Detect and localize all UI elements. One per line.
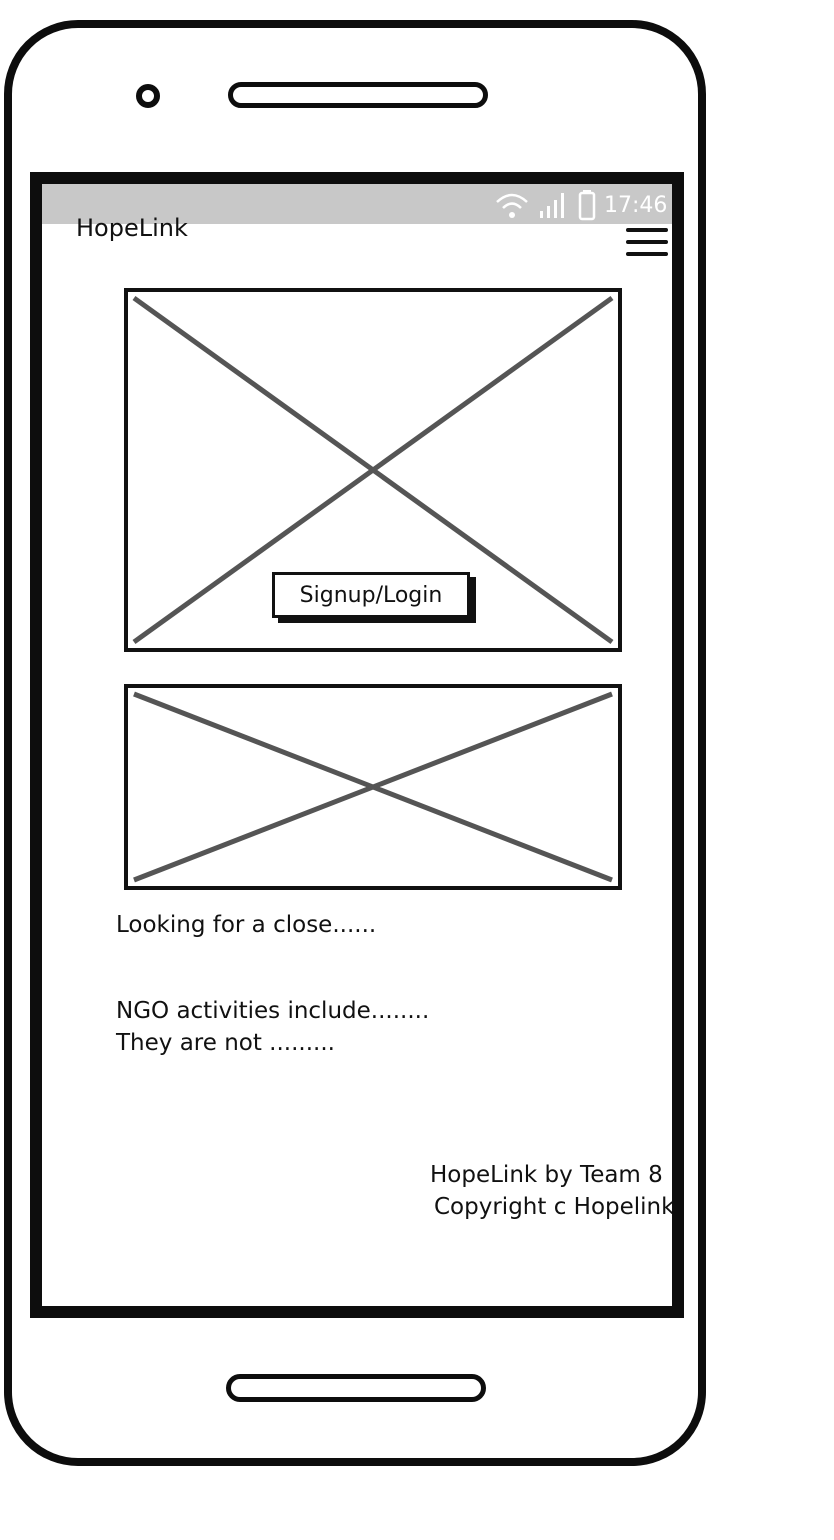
image-placeholder-icon [133,691,613,883]
signup-login-button[interactable]: Signup/Login [272,572,470,618]
earpiece-speaker [228,82,488,108]
phone-screen: HopeLink 17:46 Signup/Login Looking for … [30,172,684,1318]
intro-text: Looking for a close...... [116,912,377,938]
camera-icon [136,84,160,108]
wifi-icon [496,193,528,218]
ngo-note-text: They are not ......... [116,1030,335,1056]
hamburger-menu-icon[interactable] [626,224,670,264]
status-time: 17:46 [604,192,668,218]
battery-icon [578,190,596,221]
status-icons: 17:46 [494,186,667,224]
hero-image-placeholder: Signup/Login [124,288,622,652]
footer-copyright: Copyright c Hopelink [434,1194,675,1220]
home-button[interactable] [226,1374,486,1402]
footer-credit: HopeLink by Team 8 [430,1162,663,1188]
ngo-activities-text: NGO activities include........ [116,998,430,1024]
secondary-image-placeholder [124,684,622,890]
app-title: HopeLink [76,214,188,242]
signal-icon [540,193,564,218]
